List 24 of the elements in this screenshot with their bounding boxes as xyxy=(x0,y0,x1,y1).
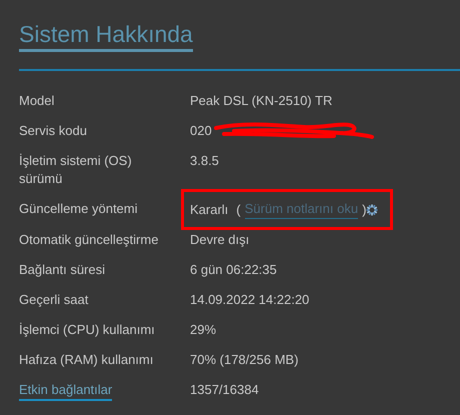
row-label: Model xyxy=(19,93,54,108)
row-label: Hafıza (RAM) kullanımı xyxy=(19,352,154,367)
row-value: Devre dışı xyxy=(190,232,250,247)
row-value: 6 gün 06:22:35 xyxy=(190,262,277,277)
row-label-link[interactable]: Etkin bağlantılar xyxy=(19,382,112,401)
page-title: Sistem Hakkında xyxy=(19,22,193,52)
row-label: İşletim sistemi (OS) sürümü xyxy=(19,153,132,186)
row-label: Otomatik güncelleştirme xyxy=(19,232,158,247)
row-value: Peak DSL (KN-2510) TR xyxy=(190,93,332,108)
row-value: 70% (178/256 MB) xyxy=(190,352,298,367)
row-label: Bağlantı süresi xyxy=(19,262,105,277)
row-label: Geçerli saat xyxy=(19,292,88,307)
paren-text: ( xyxy=(236,200,241,218)
row-value: 29% xyxy=(190,322,216,337)
row-value: 14.09.2022 14:22:20 xyxy=(190,292,310,307)
row-label: Güncelleme yöntemi xyxy=(19,201,138,216)
spinner-icon xyxy=(366,204,378,216)
row-label: Servis kodu xyxy=(19,123,87,138)
row-label: İşlemci (CPU) kullanımı xyxy=(19,322,155,337)
row-value: 3.8.5 xyxy=(190,153,219,168)
row-value: 020 xyxy=(190,123,212,138)
paren-text: ) xyxy=(362,200,366,218)
row-value: 1357/16384 xyxy=(190,382,259,397)
row-value: Kararlı xyxy=(190,200,228,218)
